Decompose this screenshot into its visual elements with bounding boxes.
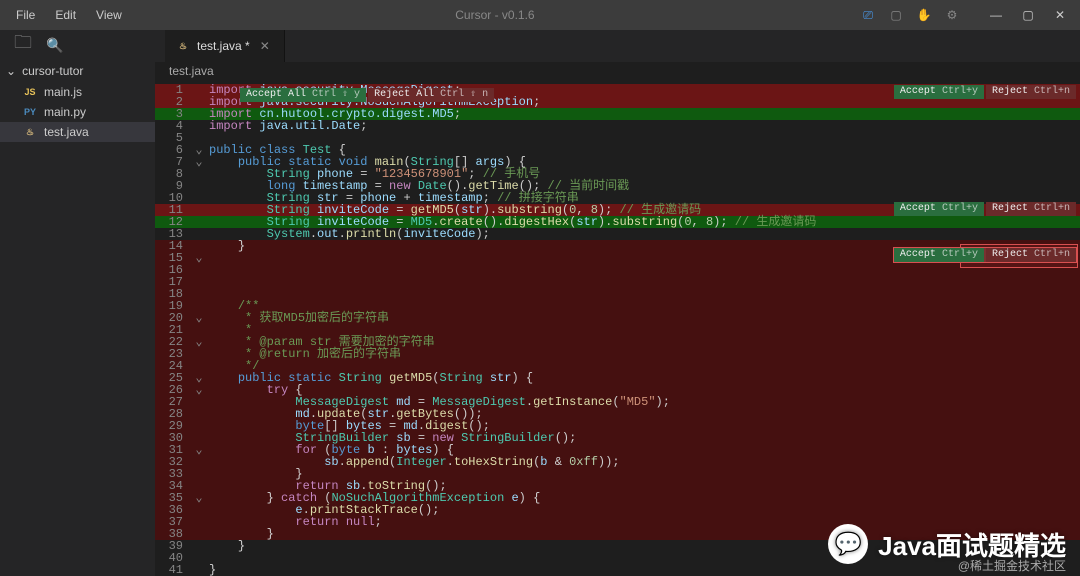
breadcrumb[interactable]: test.java: [155, 62, 1080, 84]
accept-button[interactable]: Accept Ctrl+y: [894, 202, 984, 216]
code-line-23[interactable]: 23 * @return 加密后的字符串: [155, 348, 1080, 360]
accept-button[interactable]: Accept Ctrl+y: [894, 248, 984, 262]
file-ext-icon: ♨: [22, 127, 38, 138]
reject-button[interactable]: Reject Ctrl+n: [986, 202, 1076, 216]
window-title: Cursor - v0.1.6: [130, 8, 860, 22]
tabstrip: ♨ test.java * ✕: [155, 30, 1080, 62]
search-icon[interactable]: 🔍: [46, 37, 63, 54]
reject-all-button[interactable]: Reject All Ctrl ⇧ n: [368, 88, 494, 102]
code-line-17[interactable]: 17: [155, 276, 1080, 288]
gear-icon[interactable]: ⚙: [944, 7, 960, 23]
editor-area: ♨ test.java * ✕ test.java 1import java.s…: [155, 30, 1080, 576]
chevron-down-icon: ⌄: [6, 64, 16, 78]
titlebar: File Edit View Cursor - v0.1.6 ⎚ ▢ ✋ ⚙ —…: [0, 0, 1080, 30]
minimize-button[interactable]: —: [984, 3, 1008, 27]
file-name: test.java: [44, 125, 89, 139]
code-line-41[interactable]: 41}: [155, 564, 1080, 576]
folder-row[interactable]: ⌄ cursor-tutor: [0, 60, 155, 82]
file-row-main.py[interactable]: PY main.py: [0, 102, 155, 122]
code-line-13[interactable]: 13 System.out.println(inviteCode);: [155, 228, 1080, 240]
code-editor[interactable]: 1import java.security.MessageDigest;2imp…: [155, 84, 1080, 576]
java-icon: ♨: [175, 41, 191, 52]
code-line-16[interactable]: 16: [155, 264, 1080, 276]
folder-name: cursor-tutor: [22, 64, 83, 78]
file-ext-icon: PY: [22, 107, 38, 117]
accept-reject-3: Accept Ctrl+y Reject Ctrl+n: [894, 248, 1076, 262]
file-row-main.js[interactable]: JS main.js: [0, 82, 155, 102]
file-row-test.java[interactable]: ♨ test.java: [0, 122, 155, 142]
ai-icon[interactable]: ⎚: [860, 7, 876, 23]
file-name: main.js: [44, 85, 82, 99]
folder-icon[interactable]: 🗀: [14, 30, 32, 60]
wechat-icon: 💬: [828, 524, 868, 564]
tab-label: test.java *: [197, 39, 250, 53]
hand-icon[interactable]: ✋: [916, 7, 932, 23]
accept-all-button[interactable]: Accept All Ctrl ⇧ y: [240, 88, 366, 102]
reject-button[interactable]: Reject Ctrl+n: [986, 85, 1076, 99]
file-name: main.py: [44, 105, 86, 119]
code-line-4[interactable]: 4import java.util.Date;: [155, 120, 1080, 132]
reject-button[interactable]: Reject Ctrl+n: [986, 248, 1076, 262]
accept-reject-all-top: Accept All Ctrl ⇧ y Reject All Ctrl ⇧ n: [240, 88, 494, 102]
file-ext-icon: JS: [22, 87, 38, 97]
close-button[interactable]: ✕: [1048, 3, 1072, 27]
accept-button[interactable]: Accept Ctrl+y: [894, 85, 984, 99]
menu-edit[interactable]: Edit: [47, 4, 84, 26]
menu-file[interactable]: File: [8, 4, 43, 26]
sidebar: 🗀 🔍 ⌄ cursor-tutor JS main.js PY main.py ♨ te…: [0, 30, 155, 576]
tab-test-java[interactable]: ♨ test.java * ✕: [165, 30, 285, 62]
code-line-18[interactable]: 18: [155, 288, 1080, 300]
accept-reject-2: Accept Ctrl+y Reject Ctrl+n: [894, 202, 1076, 216]
watermark-sub: @稀土掘金技术社区: [958, 557, 1066, 574]
tab-close-button[interactable]: ✕: [256, 37, 274, 55]
maximize-button[interactable]: ▢: [1016, 3, 1040, 27]
titlebar-icons: ⎚ ▢ ✋ ⚙ — ▢ ✕: [860, 3, 1072, 27]
menu-view[interactable]: View: [88, 4, 130, 26]
layout-icon[interactable]: ▢: [888, 7, 904, 23]
code-line-20[interactable]: 20⌄ * 获取MD5加密后的字符串: [155, 312, 1080, 324]
accept-reject-1: Accept Ctrl+y Reject Ctrl+n: [894, 85, 1076, 99]
main-menu: File Edit View: [8, 4, 130, 26]
